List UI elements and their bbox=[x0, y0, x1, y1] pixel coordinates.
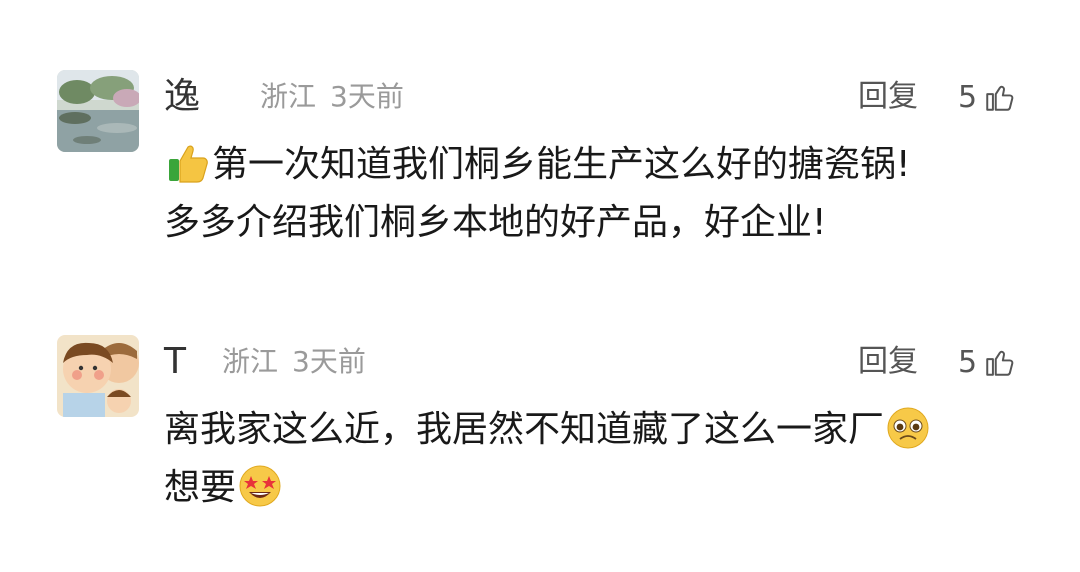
comment-meta: 浙江 3天前 bbox=[260, 72, 404, 122]
comment-line: 第一次知道我们桐乡能生产这么好的搪瓷锅! bbox=[164, 136, 1040, 194]
comment-line: 离我家这么近，我居然不知道藏了这么一家厂 bbox=[164, 401, 1040, 459]
timestamp: 3天前 bbox=[292, 345, 366, 378]
like-button[interactable]: 5 bbox=[958, 72, 1017, 122]
avatar[interactable] bbox=[57, 70, 139, 152]
comment-meta: 浙江 3天前 bbox=[222, 337, 366, 387]
comment-text: 第一次知道我们桐乡能生产这么好的搪瓷锅! 多多介绍我们桐乡本地的好产品，好企业! bbox=[164, 136, 1040, 252]
star-struck-emoji bbox=[239, 465, 281, 507]
pleading-face-emoji bbox=[887, 407, 929, 449]
reply-button[interactable]: 回复 bbox=[858, 72, 918, 122]
comment-item: 逸 浙江 3天前 回复 5 第一次知道我们桐乡能生产这么好的搪瓷锅! 多多介绍我们… bbox=[0, 0, 1080, 300]
like-count: 5 bbox=[958, 344, 978, 380]
cartoon-kids-avatar-image bbox=[57, 335, 139, 417]
comment-line: 想要 bbox=[164, 459, 1040, 517]
location: 浙江 bbox=[222, 345, 279, 378]
thumbs-up-icon bbox=[986, 85, 1014, 111]
landscape-avatar-image bbox=[57, 70, 139, 152]
thumbs-up-emoji bbox=[169, 145, 208, 183]
avatar[interactable] bbox=[57, 335, 139, 417]
username[interactable]: 逸 bbox=[164, 72, 200, 122]
comment-text: 离我家这么近，我居然不知道藏了这么一家厂 想要 bbox=[164, 401, 1040, 517]
location: 浙江 bbox=[260, 80, 317, 113]
comment-item: T 浙江 3天前 回复 5 离我家这么近，我居然不知道藏了这么一家厂 想要 bbox=[0, 300, 1080, 572]
like-count: 5 bbox=[958, 79, 978, 115]
timestamp: 3天前 bbox=[330, 80, 404, 113]
username[interactable]: T bbox=[164, 337, 186, 387]
like-button[interactable]: 5 bbox=[958, 337, 1017, 387]
reply-button[interactable]: 回复 bbox=[858, 337, 918, 387]
comment-line: 多多介绍我们桐乡本地的好产品，好企业! bbox=[164, 202, 827, 243]
thumbs-up-icon bbox=[986, 350, 1014, 376]
